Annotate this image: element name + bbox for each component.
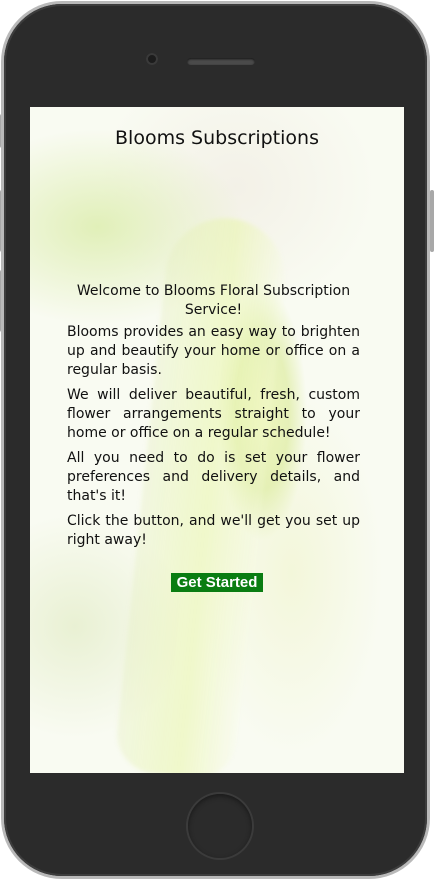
power-button [430,190,434,252]
get-started-button[interactable]: Get Started [170,573,264,592]
cta-container: Get Started [30,572,404,592]
home-button[interactable] [188,794,252,858]
app-screen: Blooms Subscriptions Welcome to Blooms F… [30,107,404,773]
mute-switch [0,114,1,148]
cta-paragraph: Click the button, and we'll get you set … [67,513,360,548]
welcome-heading: Welcome to Blooms Floral Subscription Se… [76,283,351,318]
volume-down-button [0,270,1,332]
intro-paragraph: Blooms provides an easy way to brighten … [67,324,360,378]
delivery-paragraph: We will deliver beautiful, fresh, custom… [67,387,360,441]
front-camera [146,53,158,65]
volume-up-button [0,190,1,252]
app-title: Blooms Subscriptions [115,127,319,149]
preferences-paragraph: All you need to do is set your flower pr… [67,450,360,504]
earpiece-speaker [187,58,255,65]
welcome-section: Welcome to Blooms Floral Subscription Se… [67,282,360,556]
